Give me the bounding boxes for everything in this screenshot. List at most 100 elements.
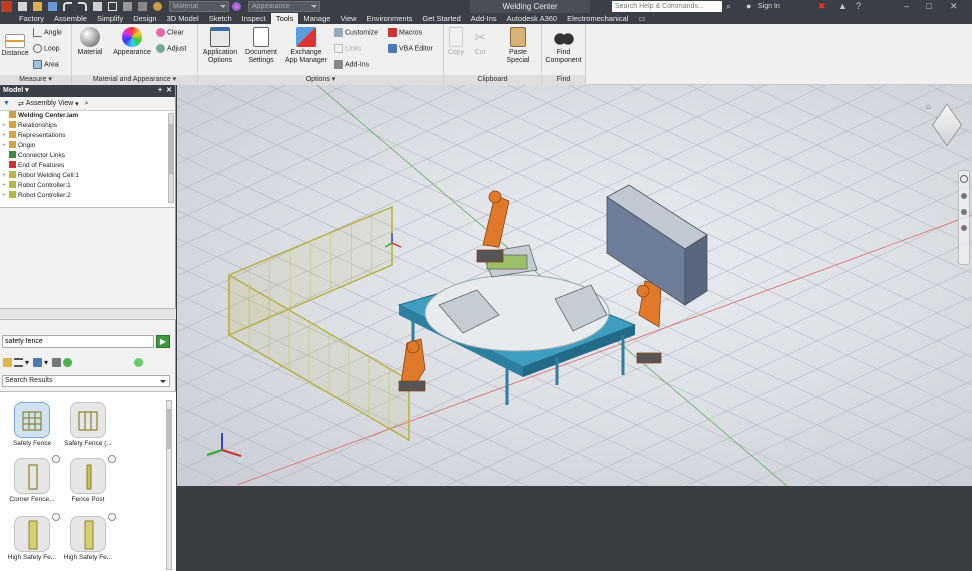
tab-environments[interactable]: Environments — [362, 13, 418, 24]
pan-icon[interactable] — [961, 193, 967, 199]
vba-editor-button[interactable]: VBA Editor — [388, 44, 433, 53]
maximize-icon[interactable]: □ — [926, 0, 931, 13]
viewcube-home-icon[interactable]: ⌂ — [926, 102, 931, 111]
application-options-button[interactable]: Application Options — [198, 27, 242, 65]
area-button[interactable]: Area — [33, 60, 59, 69]
home-icon[interactable] — [93, 2, 102, 11]
search-go-button[interactable]: ▶ — [156, 335, 170, 348]
panel-close-icon[interactable]: ✕ — [166, 85, 172, 97]
expand-toggle-icon[interactable]: + — [2, 141, 9, 151]
tree-row[interactable]: Welding Center.iam — [0, 111, 175, 121]
tab-get-started[interactable]: Get Started — [417, 13, 465, 24]
tree-row[interactable]: Connector Links — [0, 151, 175, 161]
distance-button[interactable]: Distance — [0, 30, 30, 58]
sync-icon[interactable] — [134, 357, 144, 367]
material-panel-title[interactable]: Material and Appearance ▾ — [72, 75, 197, 85]
results-scroll-thumb[interactable] — [167, 409, 171, 449]
tab-3d-model[interactable]: 3D Model — [162, 13, 204, 24]
binoculars-icon[interactable]: ⌕ — [726, 0, 731, 13]
document-settings-button[interactable]: Document Settings — [241, 27, 281, 65]
tree-row[interactable]: End of Features — [0, 161, 175, 171]
help-search-input[interactable]: Search Help & Commands... — [612, 1, 722, 12]
navigation-bar[interactable] — [958, 170, 970, 265]
appearance-combo[interactable]: Appearance — [248, 1, 320, 12]
tab-inspect[interactable]: Inspect — [237, 13, 271, 24]
expand-toggle-icon[interactable]: + — [2, 171, 9, 181]
adjust-button[interactable]: Adjust — [156, 44, 186, 53]
copy-button[interactable]: Copy — [444, 27, 468, 57]
panel-add-icon[interactable]: + — [158, 85, 162, 97]
filter-icon[interactable]: ▼ — [3, 100, 10, 107]
tab-manage[interactable]: Manage — [298, 13, 335, 24]
material-button[interactable]: Material — [74, 27, 106, 57]
tab-autodesk-a360[interactable]: Autodesk A360 — [502, 13, 562, 24]
exchange-app-manager-button[interactable]: Exchange App Manager — [281, 27, 331, 65]
clear-button[interactable]: Clear — [156, 28, 184, 37]
tab-sketch[interactable]: Sketch — [204, 13, 237, 24]
expand-toggle-icon[interactable]: + — [2, 121, 9, 131]
model-browser-header[interactable]: Model ▾ ✕ + — [0, 85, 175, 97]
tree-row[interactable]: + Robot Controller:1 — [0, 181, 175, 191]
orbit-icon[interactable] — [961, 225, 967, 231]
user-icon[interactable]: ● — [746, 0, 751, 13]
options-panel-title[interactable]: Options ▾ — [198, 75, 443, 85]
tab-design[interactable]: Design — [128, 13, 161, 24]
content-item-fence-post[interactable]: Fence Post — [62, 455, 116, 503]
tree-scroll-thumb[interactable] — [169, 124, 173, 174]
assembly-view-dropdown[interactable]: Assembly View — [26, 100, 73, 107]
minimize-icon[interactable]: – — [904, 0, 909, 13]
ribbon-toggle-icon[interactable]: ▭ — [633, 13, 650, 24]
content-item-high-safety-fence[interactable]: High Safety Fe... — [6, 513, 60, 561]
appearance-button[interactable]: Appearance — [110, 27, 154, 57]
tree-row[interactable]: + Relationships — [0, 121, 175, 131]
tab-add-ins[interactable]: Add-Ins — [466, 13, 502, 24]
close-icon[interactable]: ✕ — [950, 0, 958, 13]
undo-icon[interactable] — [63, 2, 72, 11]
tab-simplify[interactable]: Simplify — [92, 13, 128, 24]
find-component-button[interactable]: Find Component — [542, 27, 585, 65]
help-icon[interactable]: ? — [856, 0, 861, 13]
results-scrollbar[interactable] — [166, 400, 172, 570]
a360-icon[interactable]: ▲ — [838, 0, 847, 13]
graphics-viewport[interactable]: ⌂ — [177, 85, 972, 486]
panel-divider[interactable] — [0, 308, 176, 320]
expand-toggle-icon[interactable]: + — [2, 131, 9, 141]
content-item-safety-fence[interactable]: Safety Fence — [6, 402, 58, 447]
cut-button[interactable]: ✂ Cut — [468, 27, 492, 57]
links-button[interactable]: Links — [334, 44, 361, 53]
tree-scrollbar[interactable] — [168, 113, 174, 203]
content-search-input[interactable] — [2, 335, 154, 348]
content-item-high-safety-fence-2[interactable]: High Safety Fe... — [62, 513, 116, 561]
material-combo[interactable]: Material — [169, 1, 229, 12]
tree-row[interactable]: + Robot Controller:2 — [0, 191, 175, 201]
loop-button[interactable]: Loop — [33, 44, 60, 53]
category-icon[interactable] — [33, 357, 43, 367]
steering-wheel-icon[interactable] — [960, 175, 968, 183]
open-icon[interactable] — [33, 2, 42, 11]
add-ins-button[interactable]: Add-Ins — [334, 60, 369, 69]
tab-factory[interactable]: Factory — [14, 13, 49, 24]
sign-in-link[interactable]: Sign In — [758, 0, 780, 13]
angle-button[interactable]: Angle — [33, 28, 62, 37]
tab-view[interactable]: View — [335, 13, 361, 24]
measure-qat-icon[interactable] — [138, 2, 147, 11]
tree-row[interactable]: + Origin — [0, 141, 175, 151]
redo-icon[interactable] — [78, 2, 87, 11]
update-icon[interactable] — [123, 2, 132, 11]
tab-tools[interactable]: Tools — [270, 13, 299, 24]
view-chevron-icon[interactable]: ▾ — [25, 358, 29, 367]
expand-toggle-icon[interactable]: + — [2, 191, 9, 201]
app-menu-icon[interactable] — [1, 1, 12, 12]
customize-button[interactable]: Customize — [334, 28, 378, 37]
viewcube[interactable]: ⌂ — [926, 102, 963, 147]
zoom-icon[interactable] — [961, 209, 967, 215]
select-icon[interactable] — [108, 2, 117, 11]
content-item-corner-fence[interactable]: Corner Fence... — [6, 455, 60, 503]
color-icon[interactable] — [153, 2, 162, 11]
find-binoculars-icon[interactable]: ⌕ — [85, 100, 89, 108]
save-icon[interactable] — [48, 2, 57, 11]
macros-button[interactable]: Macros — [388, 28, 422, 37]
place-icon[interactable] — [52, 357, 62, 367]
new-icon[interactable] — [18, 2, 27, 11]
category-chevron-icon[interactable]: ▾ — [44, 358, 48, 367]
